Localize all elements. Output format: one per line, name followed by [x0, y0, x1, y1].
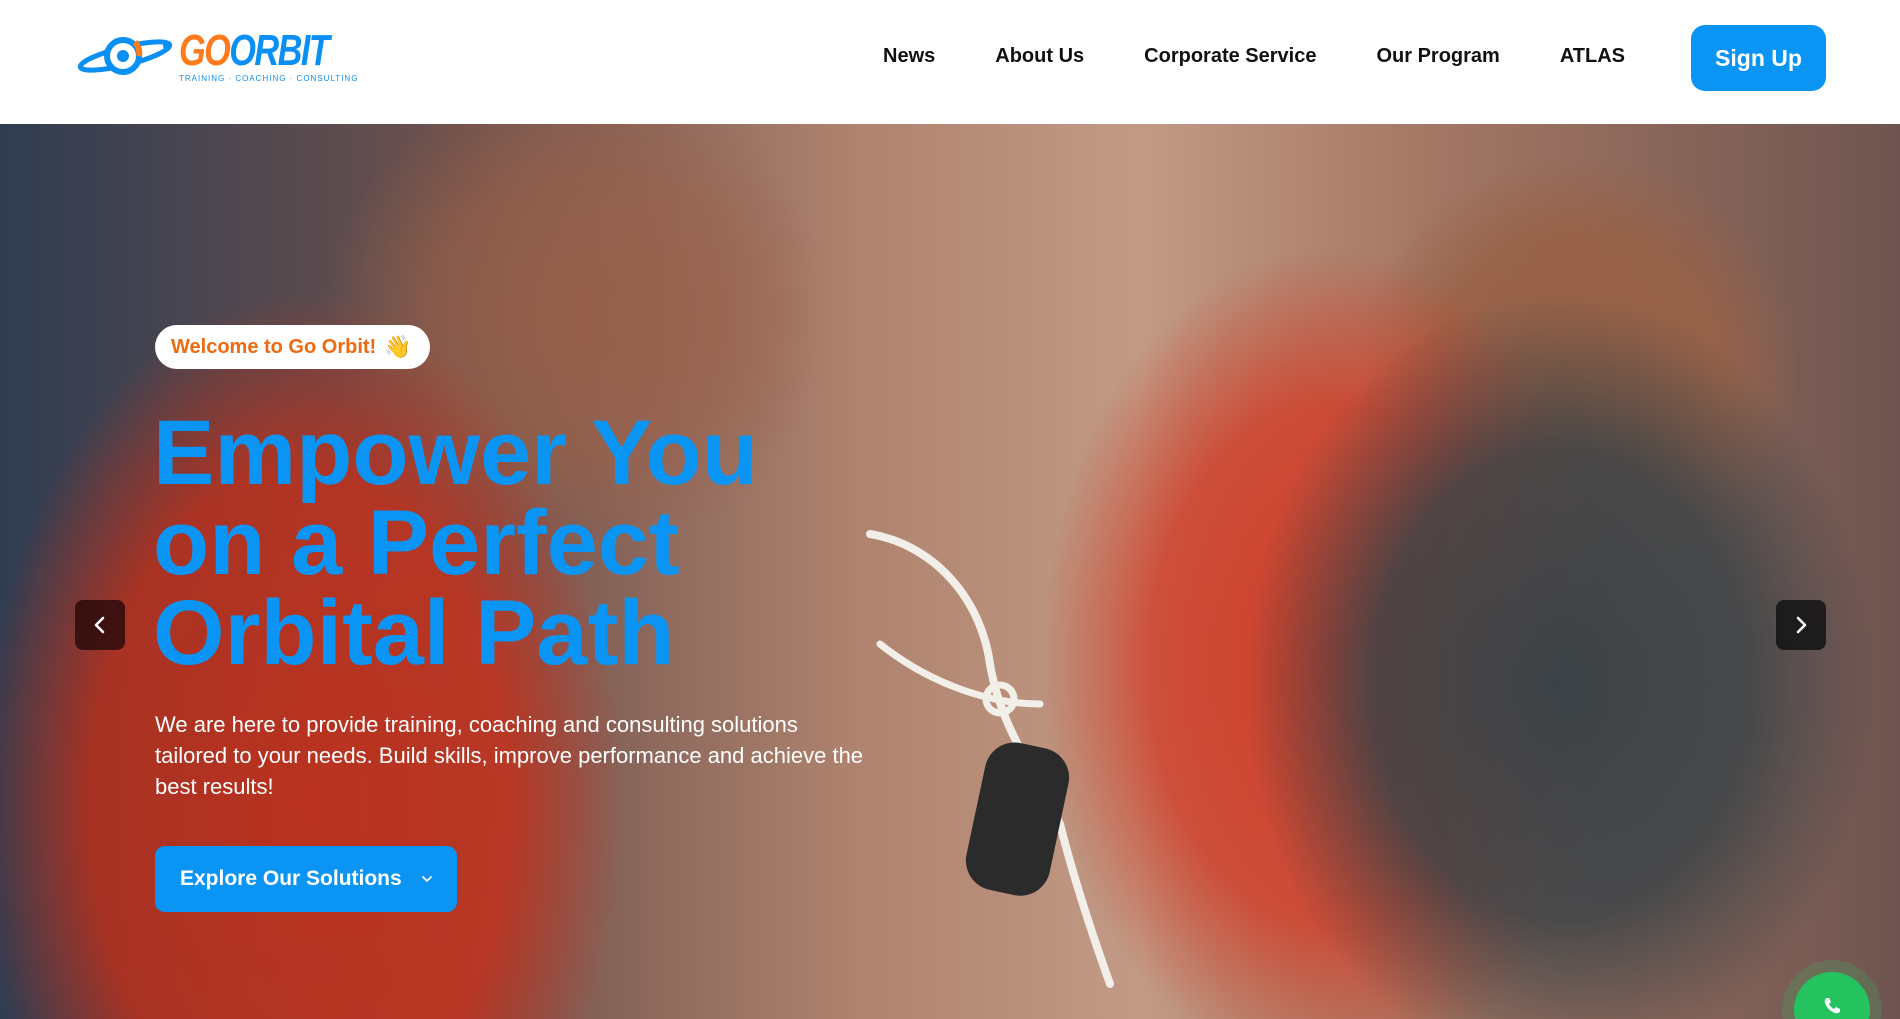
nav-news[interactable]: News [883, 45, 935, 68]
headline-line-2: on a Perfect [153, 492, 680, 594]
logo-go-text: GO [179, 25, 231, 75]
welcome-badge: Welcome to Go Orbit! 👋 [155, 325, 430, 369]
whatsapp-icon [1824, 998, 1840, 1014]
nav-about-us[interactable]: About Us [995, 45, 1084, 68]
welcome-text: Welcome to Go Orbit! [171, 335, 377, 358]
headline-line-1: Empower You [153, 402, 758, 504]
chevron-right-icon [1796, 616, 1807, 634]
go-orbit-logo[interactable]: GOORBIT TRAINING · COACHING · CONSULTING [73, 25, 357, 86]
explore-solutions-label: Explore Our Solutions [180, 867, 402, 890]
chevron-left-icon [94, 616, 105, 634]
chevron-down-icon [421, 876, 432, 882]
hero-description: We are here to provide training, coachin… [155, 712, 864, 799]
waving-hand-icon: 👋 [384, 334, 412, 359]
main-nav: News About Us Corporate Service Our Prog… [823, 45, 1625, 68]
logo-orbit-text: ORBIT [229, 25, 330, 75]
logo-tagline: TRAINING · COACHING · CONSULTING [179, 73, 359, 83]
nav-atlas[interactable]: ATLAS [1560, 45, 1625, 68]
carousel-next-button[interactable] [1776, 600, 1826, 650]
nav-corporate-service[interactable]: Corporate Service [1144, 45, 1316, 68]
hero-headline: Empower You on a Perfect Orbital Path [153, 402, 913, 684]
explore-solutions-button[interactable]: Explore Our Solutions [155, 846, 457, 912]
sign-up-button[interactable]: Sign Up [1691, 25, 1826, 91]
headline-line-3: Orbital Path [153, 582, 675, 684]
hero-banner: Welcome to Go Orbit! 👋 Empower You on a … [0, 124, 1900, 1019]
site-header: GOORBIT TRAINING · COACHING · CONSULTING… [0, 0, 1900, 124]
nav-our-program[interactable]: Our Program [1376, 45, 1499, 68]
orbit-logo-icon [73, 26, 173, 86]
carousel-prev-button[interactable] [75, 600, 125, 650]
